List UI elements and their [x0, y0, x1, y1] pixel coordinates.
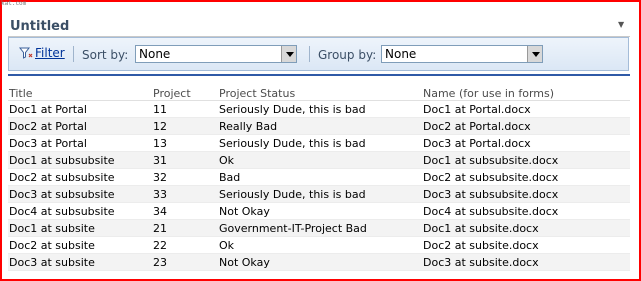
sort-by-value: None	[139, 47, 171, 61]
cell-project-status: Ok	[218, 236, 422, 254]
cell-project-status: Seriously Dude, this is bad	[218, 100, 422, 118]
cell-project-status: Ok	[218, 151, 422, 169]
cell-project: 23	[152, 253, 218, 271]
sort-dropdown-arrow-icon[interactable]	[281, 46, 296, 62]
table-row: Doc1 at subsite 21 Government-IT-Project…	[8, 219, 630, 237]
cell-project: 32	[152, 168, 218, 186]
cell-title[interactable]: Doc3 at Portal	[8, 134, 152, 152]
cell-title[interactable]: Doc1 at subsite	[8, 219, 152, 237]
cell-project: 31	[152, 151, 218, 169]
toolbar-separator	[73, 46, 74, 62]
cell-name[interactable]: Doc2 at subsubsite.docx	[422, 168, 630, 186]
cell-project-status: Bad	[218, 168, 422, 186]
group-by-value: None	[385, 47, 417, 61]
cell-project-status: Seriously Dude, this is bad	[218, 185, 422, 203]
table-row: Doc3 at subsubsite 33 Seriously Dude, th…	[8, 185, 630, 203]
table-row: Doc4 at subsubsite 34 Not Okay Doc4 at s…	[8, 202, 630, 220]
cell-project: 11	[152, 100, 218, 118]
cell-name[interactable]: Doc3 at Portal.docx	[422, 134, 630, 152]
cell-project-status: Not Okay	[218, 253, 422, 271]
filter-button[interactable]: Filter	[19, 46, 65, 60]
webpart-title[interactable]: Untitled	[10, 19, 69, 34]
cell-name[interactable]: Doc1 at Portal.docx	[422, 100, 630, 118]
cell-name[interactable]: Doc2 at subsite.docx	[422, 236, 630, 254]
toolbar-separator	[309, 46, 310, 62]
sort-by-label: Sort by:	[82, 48, 129, 62]
group-by-select[interactable]: None	[381, 45, 543, 63]
cell-name[interactable]: Doc4 at subsubsite.docx	[422, 202, 630, 220]
cell-name[interactable]: Doc3 at subsubsite.docx	[422, 185, 630, 203]
cell-title[interactable]: Doc1 at subsubsite	[8, 151, 152, 169]
cell-project-status: Seriously Dude, this is bad	[218, 134, 422, 152]
cell-project-status: Not Okay	[218, 202, 422, 220]
filter-label[interactable]: Filter	[35, 46, 65, 60]
cell-project: 13	[152, 134, 218, 152]
column-header-title[interactable]: Title	[8, 86, 152, 101]
table-row: Doc2 at subsubsite 32 Bad Doc2 at subsub…	[8, 168, 630, 186]
cell-name[interactable]: Doc1 at subsubsite.docx	[422, 151, 630, 169]
cell-project: 21	[152, 219, 218, 237]
table-row: Doc2 at Portal 12 Really Bad Doc2 at Por…	[8, 117, 630, 135]
cell-title[interactable]: Doc3 at subsubsite	[8, 185, 152, 203]
column-header-name[interactable]: Name (for use in forms)	[422, 86, 630, 101]
table-row: Doc1 at Portal 11 Seriously Dude, this i…	[8, 100, 630, 118]
group-by-label: Group by:	[318, 48, 377, 62]
table-row: Doc2 at subsite 22 Ok Doc2 at subsite.do…	[8, 236, 630, 254]
cell-project: 22	[152, 236, 218, 254]
cell-title[interactable]: Doc2 at subsubsite	[8, 168, 152, 186]
cell-project: 33	[152, 185, 218, 203]
watermark-text: kat.com	[1, 0, 27, 7]
table-header-row: Title Project Project Status Name (for u…	[8, 86, 630, 101]
cell-title[interactable]: Doc4 at subsubsite	[8, 202, 152, 220]
cell-name[interactable]: Doc3 at subsite.docx	[422, 253, 630, 271]
cell-name[interactable]: Doc1 at subsite.docx	[422, 219, 630, 237]
group-dropdown-arrow-icon[interactable]	[527, 46, 542, 62]
cell-title[interactable]: Doc1 at Portal	[8, 100, 152, 118]
cell-name[interactable]: Doc2 at Portal.docx	[422, 117, 630, 135]
cell-project-status: Government-IT-Project Bad	[218, 219, 422, 237]
list-toolbar: Filter Sort by: None Group by: None	[8, 37, 629, 71]
cell-title[interactable]: Doc2 at subsite	[8, 236, 152, 254]
toolbar-accent-rule	[8, 74, 630, 76]
document-list-table: Title Project Project Status Name (for u…	[8, 86, 630, 271]
webpart-menu-arrow-icon[interactable]: ▼	[618, 20, 624, 29]
column-header-project-status[interactable]: Project Status	[218, 86, 422, 101]
table-row: Doc3 at subsite 23 Not Okay Doc3 at subs…	[8, 253, 630, 271]
table-row: Doc3 at Portal 13 Seriously Dude, this i…	[8, 134, 630, 152]
table-row: Doc1 at subsubsite 31 Ok Doc1 at subsubs…	[8, 151, 630, 169]
cell-project: 12	[152, 117, 218, 135]
cell-project-status: Really Bad	[218, 117, 422, 135]
cell-title[interactable]: Doc3 at subsite	[8, 253, 152, 271]
sort-by-select[interactable]: None	[135, 45, 297, 63]
column-header-project[interactable]: Project	[152, 86, 218, 101]
filter-funnel-icon	[19, 47, 33, 59]
cell-project: 34	[152, 202, 218, 220]
cell-title[interactable]: Doc2 at Portal	[8, 117, 152, 135]
